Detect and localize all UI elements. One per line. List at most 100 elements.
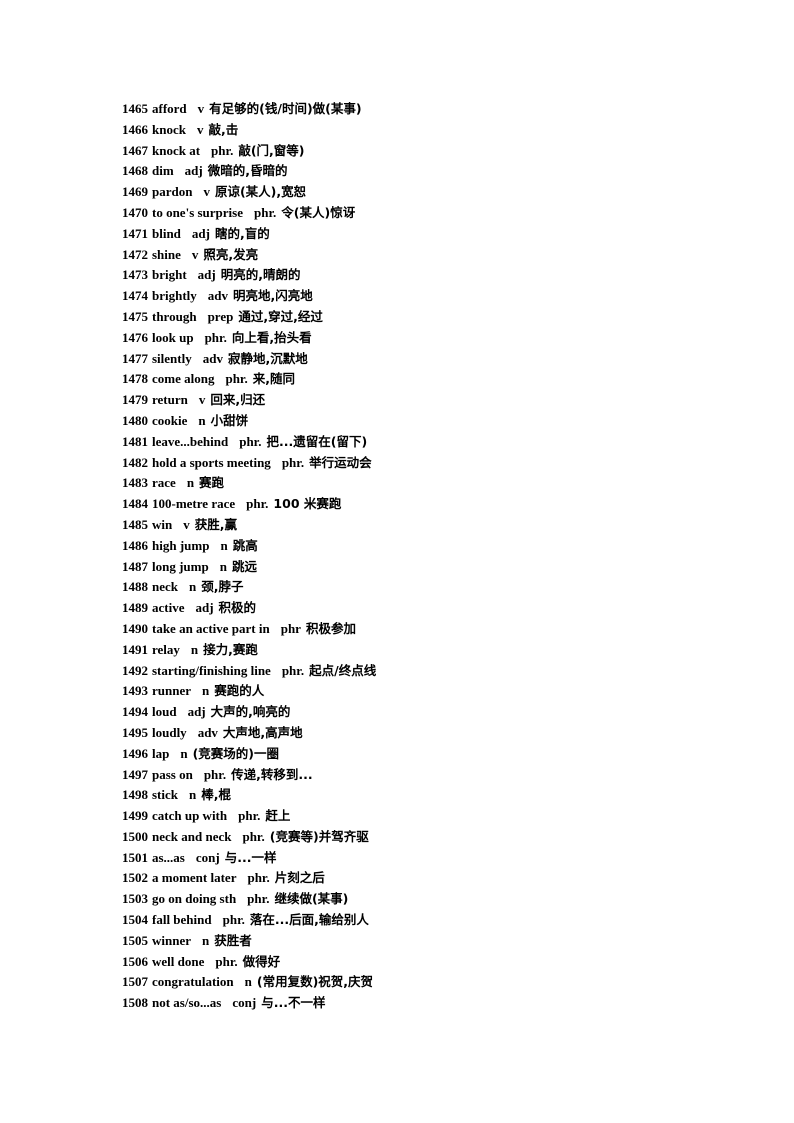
vocabulary-entry: 1503 go on doing sth phr. 继续做(某事) [122, 889, 742, 910]
entry-translation: 令(某人)惊讶 [281, 204, 356, 220]
entry-translation: 瞎的,盲的 [214, 225, 270, 241]
entry-number: 1490 [122, 620, 148, 636]
entry-word: dim [152, 163, 174, 179]
entry-word: to one's surprise [152, 204, 243, 220]
entry-number: 1468 [122, 163, 148, 179]
vocabulary-entry: 1479 return v 回来,归还 [122, 390, 742, 411]
entry-number: 1487 [122, 558, 148, 574]
entry-part-of-speech: prep [207, 308, 234, 324]
entry-number: 1499 [122, 808, 148, 824]
entry-translation: 有足够的(钱/时间)做(某事) [209, 101, 362, 116]
entry-part-of-speech: n [186, 475, 195, 491]
entry-translation: 赛跑的人 [214, 683, 265, 699]
entry-number: 1502 [122, 870, 148, 886]
entry-word: silently [152, 350, 192, 366]
vocabulary-entry: 1507 congratulation n (常用复数)祝贺,庆贺 [122, 972, 742, 993]
vocabulary-entry: 1491 relay n 接力,赛跑 [122, 640, 742, 661]
entry-number: 1476 [122, 329, 148, 345]
entry-number: 1489 [122, 600, 148, 616]
entry-part-of-speech: phr [280, 620, 301, 636]
entry-word: race [152, 475, 176, 491]
entry-part-of-speech: adj [197, 267, 216, 283]
entry-translation: 原谅(某人),宽恕 [214, 184, 307, 200]
entry-word: hold a sports meeting [152, 454, 271, 470]
entry-part-of-speech: phr. [238, 808, 261, 824]
entry-number: 1474 [122, 288, 148, 304]
entry-part-of-speech: v [191, 246, 199, 262]
entry-number: 1498 [122, 787, 148, 803]
entry-word: return [152, 392, 188, 408]
entry-word: not as/so...as [152, 995, 222, 1011]
entry-translation: 继续做(某事) [274, 891, 349, 907]
entry-translation: 大声的,响亮的 [210, 704, 291, 720]
entry-part-of-speech: phr. [222, 912, 245, 928]
entry-translation: 举行运动会 [309, 454, 372, 470]
entry-number: 1507 [122, 974, 148, 990]
entry-number: 1465 [122, 101, 148, 116]
vocabulary-entry: 1496 lap n (竞赛场的)一圈 [122, 744, 742, 765]
entry-word: congratulation [152, 974, 234, 990]
entry-part-of-speech: phr. [247, 870, 270, 886]
vocabulary-entry: 1494 loud adj 大声的,响亮的 [122, 702, 742, 723]
vocabulary-entry: 1476 look up phr. 向上看,抬头看 [122, 328, 742, 349]
vocabulary-entry: 1499 catch up with phr. 赶上 [122, 806, 742, 827]
entry-number: 1478 [122, 371, 148, 387]
vocabulary-entry: 1471 blind adj 瞎的,盲的 [122, 224, 742, 245]
entry-word: relay [152, 641, 180, 657]
entry-part-of-speech: adv [202, 350, 223, 366]
vocabulary-entry: 1498 stick n 棒,棍 [122, 785, 742, 806]
vocabulary-entry: 1504 fall behind phr. 落在...后面,输给别人 [122, 910, 742, 931]
entry-word: loudly [152, 724, 187, 740]
entry-translation: 微暗的,昏暗的 [207, 163, 288, 179]
entry-word: stick [152, 787, 178, 803]
vocabulary-entry: 1501 as...as conj 与...一样 [122, 848, 742, 869]
entry-word: bright [152, 267, 187, 283]
entry-part-of-speech: n [198, 412, 206, 428]
entry-word: take an active part in [152, 620, 270, 636]
document-page: 1465 afford v 有足够的(钱/时间)做(某事) 1466 knock v 敲,击 1… [0, 0, 794, 1123]
entry-translation: 积极的 [218, 600, 257, 616]
entry-number: 1500 [122, 828, 148, 844]
vocabulary-entry: 1470 to one's surprise phr. 令(某人)惊讶 [122, 203, 742, 224]
entry-word: loud [152, 704, 177, 720]
entry-translation: 小甜饼 [210, 412, 249, 428]
vocabulary-entry: 1502 a moment later phr. 片刻之后 [122, 868, 742, 889]
vocabulary-entry: 1477 silently adv 寂静地,沉默地 [122, 349, 742, 370]
entry-part-of-speech: phr. [247, 891, 270, 907]
entry-word: shine [152, 246, 181, 262]
entry-part-of-speech: phr. [225, 371, 248, 387]
entry-translation: 把...遗留在(留下) [266, 433, 368, 449]
entry-part-of-speech: n [219, 558, 227, 574]
entry-part-of-speech: n [202, 932, 210, 948]
entry-translation: (竞赛场的)一圈 [192, 745, 280, 761]
entry-word: a moment later [152, 870, 237, 886]
entry-number: 1486 [122, 537, 148, 553]
vocabulary-entry: 1505 winner n 获胜者 [122, 931, 742, 952]
vocabulary-entry: 1478 come along phr. 来,随同 [122, 369, 742, 390]
entry-part-of-speech: v [196, 121, 204, 137]
entry-number: 1505 [122, 932, 148, 948]
entry-number: 1506 [122, 953, 148, 969]
entry-part-of-speech: v [183, 516, 190, 532]
entry-part-of-speech: phr. [239, 433, 262, 449]
entry-translation: 与...不一样 [261, 995, 326, 1011]
entry-word: as...as [152, 849, 185, 865]
entry-number: 1497 [122, 766, 148, 782]
entry-part-of-speech: v [203, 184, 210, 200]
entry-translation: 寂静地,沉默地 [227, 350, 308, 366]
entry-translation: 敲,击 [208, 121, 239, 137]
entry-translation: 来,随同 [252, 371, 296, 387]
entry-number: 1492 [122, 662, 148, 678]
entry-part-of-speech: adv [207, 288, 229, 304]
entry-number: 1480 [122, 412, 148, 428]
entry-word: knock [152, 121, 186, 137]
entry-number: 1477 [122, 350, 148, 366]
entry-number: 1501 [122, 849, 148, 865]
entry-translation: 明亮的,晴朗的 [220, 267, 301, 283]
entry-number: 1473 [122, 267, 148, 283]
vocabulary-list: 1465 afford v 有足够的(钱/时间)做(某事) 1466 knock v 敲,击 1… [122, 99, 742, 1014]
vocabulary-entry: 1474 brightly adv 明亮地,闪亮地 [122, 286, 742, 307]
entry-part-of-speech: n [180, 745, 188, 761]
vocabulary-entry: 1475 through prep 通过,穿过,经过 [122, 307, 742, 328]
vocabulary-entry: 1485 win v 获胜,赢 [122, 515, 742, 536]
